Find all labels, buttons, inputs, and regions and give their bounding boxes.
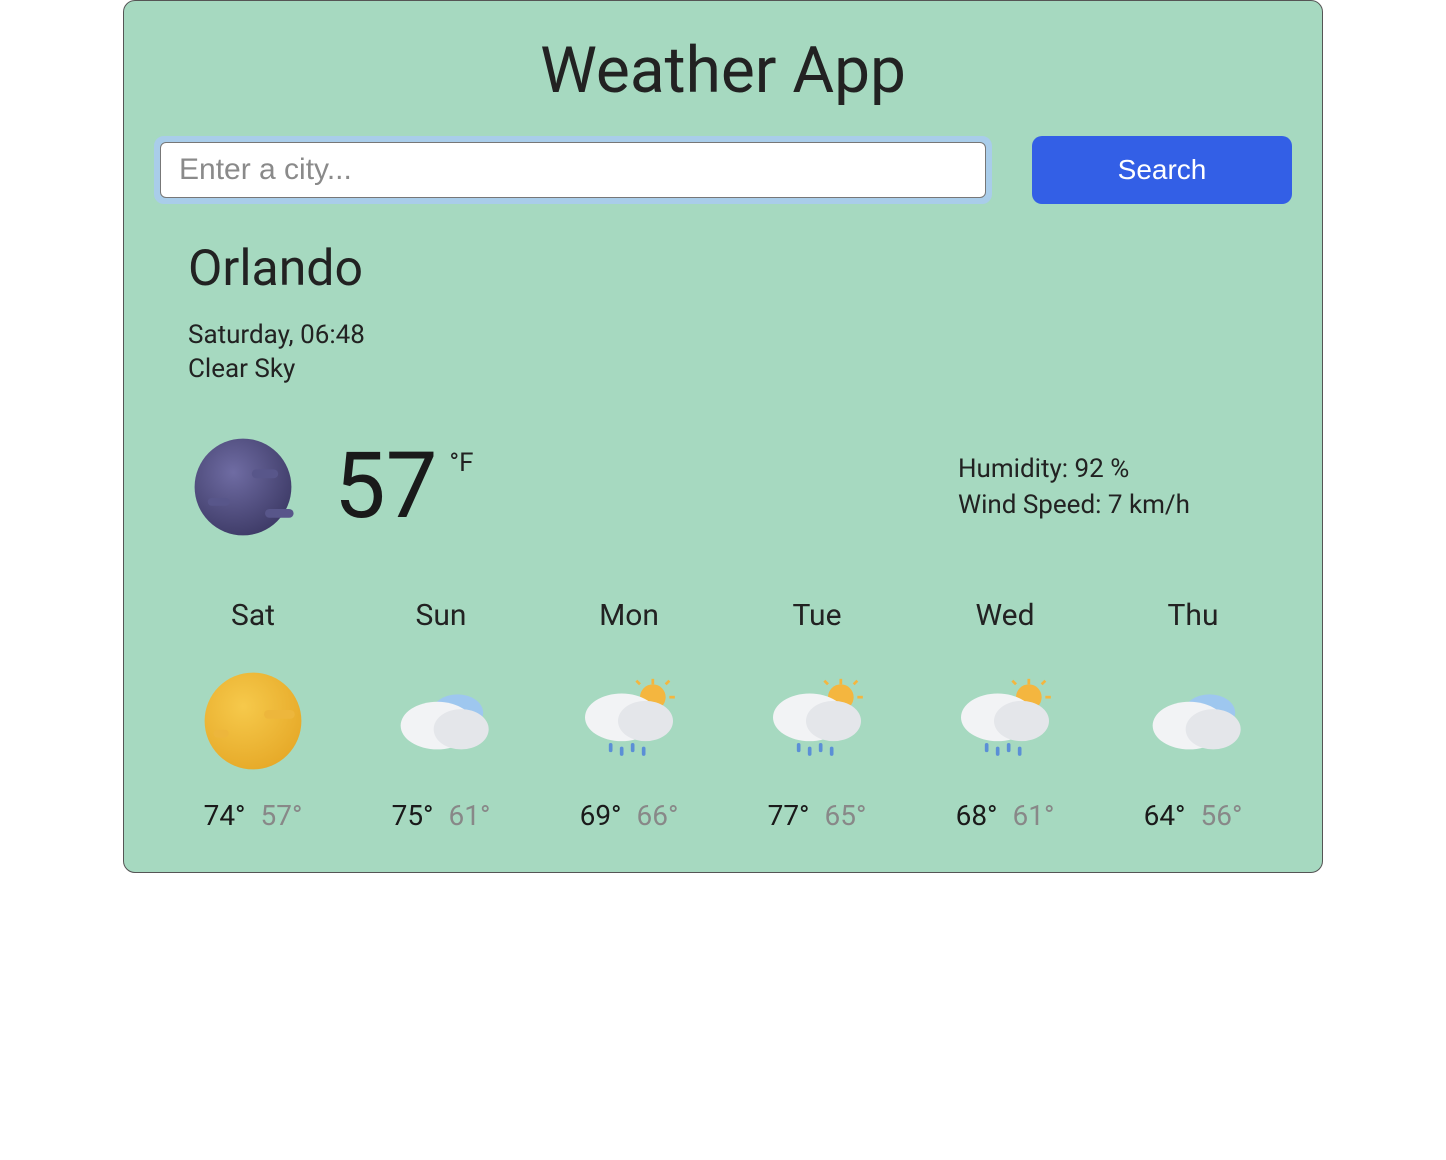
rain-partly-sunny-icon (728, 661, 906, 781)
current-datetime: Saturday, 06:48 (188, 320, 1278, 350)
wind-speed-label: Wind Speed: 7 km/h (958, 490, 1278, 520)
forecast-day-name: Sat (164, 598, 342, 633)
city-search-input[interactable] (160, 142, 986, 198)
current-temperature: 57 (334, 441, 437, 533)
forecast-day: Thu 64° 56° (1104, 598, 1282, 832)
current-temperature-row: 57 °F Humidity: 92 % Wind Speed: 7 km/h (188, 432, 1278, 542)
forecast-temps: 64° 56° (1104, 799, 1282, 832)
forecast-day-name: Sun (352, 598, 530, 633)
forecast-day: Tue 77° 65° (728, 598, 906, 832)
forecast-temps: 74° 57° (164, 799, 342, 832)
cloudy-icon (1104, 661, 1282, 781)
forecast-day-name: Tue (728, 598, 906, 633)
weather-app-card: Weather App Search Orlando Saturday, 06:… (123, 0, 1323, 873)
forecast-low: 57° (260, 799, 302, 832)
forecast-temps: 68° 61° (916, 799, 1094, 832)
forecast-low: 61° (448, 799, 490, 832)
cloudy-icon (352, 661, 530, 781)
search-row: Search (154, 136, 1292, 204)
forecast-row: Sat 74° 57° Sun (154, 598, 1292, 832)
search-button[interactable]: Search (1032, 136, 1292, 204)
sun-icon (164, 661, 342, 781)
forecast-day-name: Wed (916, 598, 1094, 633)
forecast-high: 68° (956, 799, 998, 832)
forecast-temps: 77° 65° (728, 799, 906, 832)
forecast-high: 74° (204, 799, 246, 832)
forecast-day-name: Mon (540, 598, 718, 633)
current-weather: Orlando Saturday, 06:48 Clear Sky (154, 240, 1292, 542)
forecast-low: 56° (1200, 799, 1242, 832)
forecast-day: Sat 74° 57° (164, 598, 342, 832)
forecast-high: 64° (1144, 799, 1186, 832)
forecast-day: Mon 69° 66° (540, 598, 718, 832)
current-stats: Humidity: 92 % Wind Speed: 7 km/h (958, 448, 1278, 526)
night-clear-icon (188, 432, 298, 542)
forecast-low: 61° (1012, 799, 1054, 832)
search-input-wrap (154, 136, 992, 204)
forecast-low: 66° (636, 799, 678, 832)
temperature-unit: °F (449, 448, 473, 478)
rain-partly-sunny-icon (540, 661, 718, 781)
city-name: Orlando (188, 240, 1278, 298)
forecast-high: 69° (580, 799, 622, 832)
forecast-day-name: Thu (1104, 598, 1282, 633)
current-condition: Clear Sky (188, 354, 1278, 384)
temperature-group: 57 °F (188, 432, 474, 542)
forecast-temps: 69° 66° (540, 799, 718, 832)
forecast-day: Wed 68° 61° (916, 598, 1094, 832)
app-title: Weather App (154, 33, 1292, 108)
forecast-high: 77° (768, 799, 810, 832)
forecast-low: 65° (824, 799, 866, 832)
humidity-label: Humidity: 92 % (958, 454, 1278, 484)
forecast-temps: 75° 61° (352, 799, 530, 832)
forecast-high: 75° (392, 799, 434, 832)
rain-partly-sunny-icon (916, 661, 1094, 781)
forecast-day: Sun 75° 61° (352, 598, 530, 832)
